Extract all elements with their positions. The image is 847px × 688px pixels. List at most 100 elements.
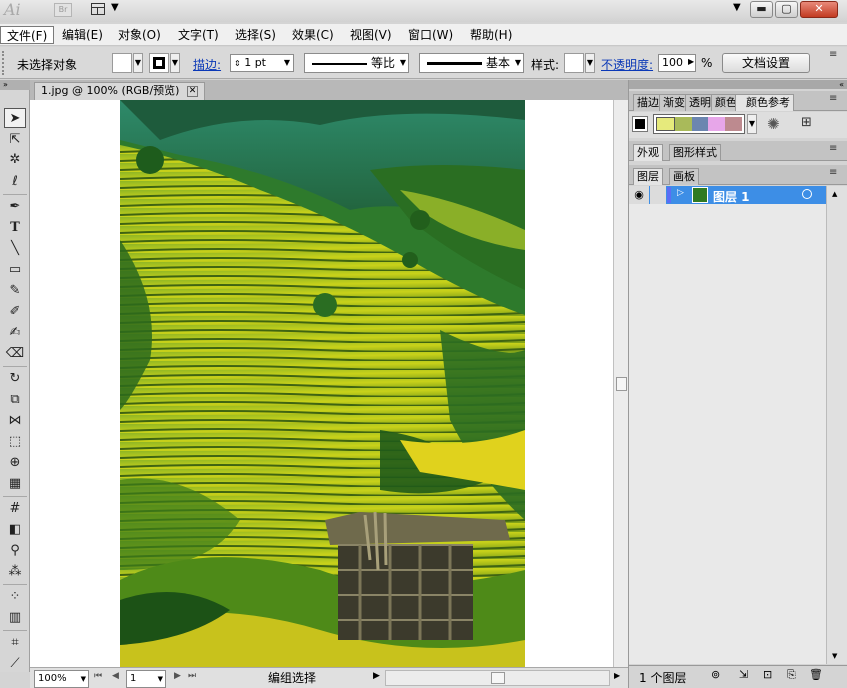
artboard-field[interactable]: 1 ▼ <box>126 670 166 688</box>
fill-dropdown[interactable]: ▼ <box>133 53 143 73</box>
column-graph-tool-icon[interactable]: ▥ <box>4 608 26 628</box>
scroll-right-icon[interactable]: ▶ <box>614 671 620 680</box>
opacity-link[interactable]: 不透明度: <box>601 56 653 73</box>
panel-menu-icon[interactable]: ≡ <box>829 49 837 60</box>
status-menu-arrow-icon[interactable]: ▶ <box>373 671 380 681</box>
new-sublayer-icon[interactable]: ⊡ <box>763 668 772 681</box>
arrange-documents-button[interactable]: ▼ <box>90 2 120 19</box>
next-artboard-icon[interactable]: ▶ <box>174 671 181 681</box>
type-tool-icon[interactable]: T <box>4 218 26 238</box>
last-artboard-icon[interactable]: ⏭ <box>188 671 196 681</box>
tab-artboards[interactable]: 画板 <box>669 168 699 185</box>
color-wheel-icon[interactable]: ✺ <box>767 115 780 133</box>
line-tool-icon[interactable]: ╲ <box>4 239 26 259</box>
free-transform-tool-icon[interactable]: ⬚ <box>4 432 26 452</box>
control-bar-grip[interactable] <box>2 51 8 75</box>
expand-triangle-icon[interactable]: ▷ <box>677 188 684 198</box>
panel-menu-icon[interactable]: ≡ <box>829 143 837 154</box>
zoom-field[interactable]: 100% ▼ <box>34 670 89 688</box>
panel-menu-icon[interactable]: ≡ <box>829 167 837 178</box>
save-color-group-icon[interactable]: ⊞ <box>801 115 812 130</box>
target-circle-icon[interactable] <box>802 189 812 199</box>
vertical-scrollbar[interactable] <box>613 100 628 667</box>
layer-name[interactable]: 图层 1 <box>713 188 750 205</box>
make-clipping-mask-icon[interactable]: ⇲ <box>739 668 748 681</box>
close-tab-icon[interactable]: ✕ <box>186 85 198 97</box>
rotate-tool-icon[interactable]: ↻ <box>4 369 26 389</box>
menu-file[interactable]: 文件(F) <box>0 26 55 44</box>
menu-view[interactable]: 视图(V) <box>344 26 398 44</box>
tab-layers[interactable]: 图层 <box>633 168 663 185</box>
blend-tool-icon[interactable]: ⁂ <box>4 562 26 582</box>
base-color-swatch[interactable] <box>632 116 648 132</box>
scroll-down-icon[interactable]: ▼ <box>832 652 837 660</box>
scroll-thumb[interactable] <box>616 377 627 391</box>
blob-brush-tool-icon[interactable]: ✍ <box>4 323 26 343</box>
stroke-weight-field[interactable]: ⇕ 1 pt ▼ <box>230 54 294 72</box>
document-setup-button[interactable]: 文档设置 <box>722 53 810 73</box>
width-tool-icon[interactable]: ⋈ <box>4 411 26 431</box>
horizontal-scroll-thumb[interactable] <box>491 672 505 684</box>
lock-toggle[interactable] <box>650 186 666 204</box>
workspace-switcher[interactable]: ▼ <box>733 2 741 13</box>
stepper-icon[interactable]: ⇕ <box>234 59 241 68</box>
previous-artboard-icon[interactable]: ◀ <box>112 671 119 681</box>
harmony-swatch-1[interactable] <box>656 117 675 131</box>
document-tab[interactable]: 1.jpg @ 100% (RGB/预览) ✕ <box>34 82 205 100</box>
bridge-button[interactable]: Br <box>54 3 72 17</box>
rectangle-tool-icon[interactable]: ▭ <box>4 260 26 280</box>
scale-tool-icon[interactable]: ⧉ <box>4 390 26 410</box>
rice-terraces-photo[interactable] <box>120 100 525 667</box>
menu-select[interactable]: 选择(S) <box>229 26 282 44</box>
menu-window[interactable]: 窗口(W) <box>402 26 459 44</box>
perspective-grid-tool-icon[interactable]: ▦ <box>4 474 26 494</box>
slice-tool-icon[interactable]: ⟋ <box>4 654 26 674</box>
locate-object-icon[interactable]: ⊚ <box>711 668 720 681</box>
scroll-up-icon[interactable]: ▲ <box>832 190 837 198</box>
magic-wand-tool-icon[interactable]: ✲ <box>4 150 26 170</box>
layer-row[interactable]: ◉ ▷ 图层 1 <box>629 186 826 204</box>
eraser-tool-icon[interactable]: ⌫ <box>4 344 26 364</box>
harmony-rules-dropdown[interactable]: ▼ <box>747 114 757 134</box>
stroke-link[interactable]: 描边: <box>193 56 221 73</box>
visibility-eye-icon[interactable]: ◉ <box>629 186 649 204</box>
minimize-button[interactable]: ▬ <box>750 1 773 18</box>
variable-width-profile[interactable]: 等比 ▼ <box>304 53 409 73</box>
pencil-tool-icon[interactable]: ✐ <box>4 302 26 322</box>
layers-scrollbar[interactable]: ▲ ▼ <box>826 186 847 664</box>
trash-icon[interactable]: 🗑 <box>809 668 823 681</box>
paintbrush-tool-icon[interactable]: ✎ <box>4 281 26 301</box>
gradient-tool-icon[interactable]: ◧ <box>4 520 26 540</box>
menu-help[interactable]: 帮助(H) <box>464 26 518 44</box>
fill-swatch[interactable] <box>112 53 132 73</box>
brush-definition[interactable]: 基本 ▼ <box>419 53 524 73</box>
shape-builder-tool-icon[interactable]: ⊕ <box>4 453 26 473</box>
maximize-button[interactable]: ▢ <box>775 1 798 18</box>
menu-object[interactable]: 对象(O) <box>112 26 167 44</box>
harmony-swatches[interactable] <box>653 114 745 134</box>
symbol-sprayer-tool-icon[interactable]: ⁘ <box>4 587 26 607</box>
harmony-swatch-3[interactable] <box>691 117 709 131</box>
harmony-swatch-4[interactable] <box>708 117 726 131</box>
selection-tool-icon[interactable]: ➤ <box>4 108 26 128</box>
new-layer-icon[interactable]: ⎘ <box>787 668 796 682</box>
tab-graphic-styles[interactable]: 图形样式 <box>669 144 721 161</box>
menu-edit[interactable]: 编辑(E) <box>56 26 109 44</box>
graphic-style-dropdown[interactable]: ▼ <box>585 53 595 73</box>
close-window-button[interactable]: ✕ <box>800 1 838 18</box>
tab-color-guide[interactable]: 颜色参考 <box>735 94 794 111</box>
horizontal-scrollbar[interactable] <box>385 670 610 686</box>
pen-tool-icon[interactable]: ✒ <box>4 197 26 217</box>
play-arrow-icon[interactable]: ▶ <box>688 57 694 66</box>
mesh-tool-icon[interactable]: # <box>4 499 26 519</box>
collapse-toolbox-icon[interactable]: » <box>0 80 30 90</box>
menu-type[interactable]: 文字(T) <box>172 26 225 44</box>
harmony-swatch-5[interactable] <box>725 117 742 131</box>
stroke-swatch[interactable] <box>149 53 169 73</box>
lasso-tool-icon[interactable]: ℓ <box>4 172 26 192</box>
graphic-style-swatch[interactable] <box>564 53 584 73</box>
stroke-dropdown[interactable]: ▼ <box>170 53 180 73</box>
tab-appearance[interactable]: 外观 <box>633 144 663 161</box>
eyedropper-tool-icon[interactable]: ⚲ <box>4 541 26 561</box>
first-artboard-icon[interactable]: ⏮ <box>94 671 102 681</box>
